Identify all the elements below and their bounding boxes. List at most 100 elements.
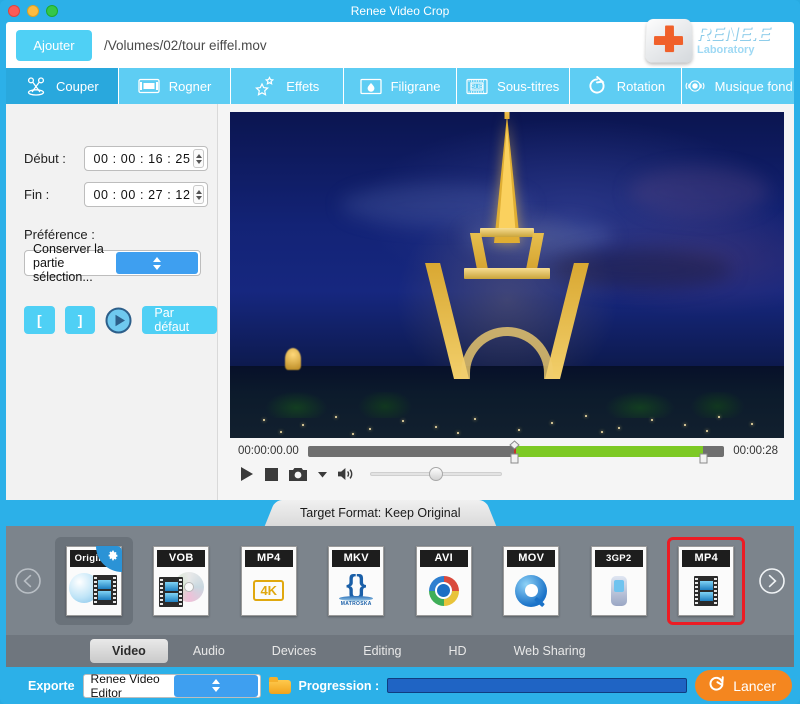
format-item-mp4-4k[interactable]: MP4 4K [230, 537, 308, 625]
tab-rogner[interactable]: Rogner [119, 68, 232, 104]
format-card: VOB [153, 545, 210, 616]
start-time-row: Début : 00 : 00 : 16 : 25 [24, 146, 217, 171]
category-video[interactable]: Video [90, 639, 168, 663]
trim-panel: Début : 00 : 00 : 16 : 25 Fin : 00 : 00 … [6, 104, 218, 500]
chevron-updown-icon [174, 674, 258, 697]
default-button[interactable]: Par défaut [142, 306, 217, 334]
tab-effets[interactable]: Effets [231, 68, 345, 104]
preference-label: Préférence : [24, 227, 95, 242]
snapshot-icon[interactable] [289, 467, 307, 481]
play-icon[interactable] [240, 466, 254, 482]
scrub-row: 00:00:00.00 00:00:28 [238, 439, 778, 463]
selection-range[interactable] [513, 445, 704, 457]
end-time-label: Fin : [24, 187, 50, 202]
format-item-mov[interactable]: MOV [492, 537, 570, 625]
category-audio[interactable]: Audio [171, 639, 247, 663]
format-label: MP4 [682, 549, 731, 567]
refresh-icon [707, 675, 726, 697]
format-card: MP4 4K [240, 545, 297, 616]
trim-out-handle[interactable] [698, 440, 709, 464]
format-art-4k-badge: 4K [242, 567, 296, 615]
category-hd[interactable]: HD [427, 639, 489, 663]
audio-icon [684, 76, 706, 96]
app-window: Renee Video Crop Ajouter /Volumes/02/tou… [0, 0, 800, 704]
preference-value: Conserver la partie sélection... [33, 242, 104, 284]
volume-icon[interactable] [338, 467, 355, 481]
category-editing[interactable]: Editing [341, 639, 423, 663]
format-item-avi[interactable]: AVI [405, 537, 483, 625]
preference-select[interactable]: Conserver la partie sélection... [24, 242, 201, 284]
tab-couper[interactable]: Couper [6, 68, 119, 104]
category-devices[interactable]: Devices [250, 639, 338, 663]
tab-rotation[interactable]: Rotation [570, 68, 683, 104]
format-item-original[interactable]: Original [54, 536, 133, 625]
format-label: 3GP2 [594, 549, 643, 567]
mark-out-button[interactable]: ] [64, 306, 96, 334]
format-card: AVI [415, 545, 472, 616]
sparkle-icon [255, 76, 277, 96]
format-item-mp4-selected[interactable]: MP4 [667, 536, 746, 625]
tab-musique-fond-label: Musique fond [714, 78, 793, 94]
tab-filigrane[interactable]: Filigrane [344, 68, 457, 104]
start-time-label: Début : [24, 151, 66, 166]
format-item-3gp2[interactable]: 3GP2 [580, 537, 658, 625]
start-time-stepper[interactable] [193, 149, 204, 168]
mark-in-button[interactable]: [ [24, 306, 55, 334]
export-bar: Exporte Renee Video Editor Progression :… [0, 667, 800, 704]
start-button[interactable]: Lancer [695, 670, 792, 701]
format-label: MKV [332, 549, 381, 567]
progress-label: Progression : [298, 678, 380, 693]
end-time-stepper[interactable] [193, 185, 204, 204]
export-destination-select[interactable]: Renee Video Editor [82, 672, 261, 700]
rotate-icon [586, 76, 608, 96]
player-controls: 00:00:00.00 00:00:28 [230, 438, 784, 482]
format-art-phone [592, 567, 646, 615]
timeline-track[interactable] [307, 439, 725, 463]
transport-bar [238, 466, 778, 482]
minimize-button[interactable] [27, 5, 39, 17]
add-file-button[interactable]: Ajouter [16, 29, 92, 61]
format-prev-button[interactable] [6, 567, 50, 595]
preview-play-icon[interactable] [105, 307, 132, 334]
format-label: VOB [157, 549, 206, 567]
invalides-dome [285, 347, 302, 370]
folder-icon[interactable] [268, 677, 291, 694]
format-art-matroska: {} MATROSKA [339, 569, 374, 607]
tab-musique-fond[interactable]: Musique fond [682, 68, 794, 104]
format-label: MP4 [244, 549, 293, 567]
subtitle-icon: SUB [466, 76, 488, 96]
format-label: AVI [419, 549, 468, 567]
start-time-input[interactable]: 00 : 00 : 16 : 25 [84, 146, 208, 171]
format-item-vob[interactable]: VOB [142, 537, 220, 625]
start-time-value: 00 : 00 : 16 : 25 [93, 151, 191, 166]
volume-slider[interactable] [370, 467, 502, 481]
4k-badge-label: 4K [253, 580, 285, 601]
crop-icon [138, 76, 160, 96]
snapshot-menu-icon[interactable] [318, 471, 327, 478]
format-picker: Original VOB MP4 4K MKV {} MATROSKA AVI … [6, 526, 794, 635]
preview-panel: 00:00:00.00 00:00:28 [218, 104, 794, 500]
city-lights [230, 373, 784, 438]
stop-icon[interactable] [265, 467, 278, 481]
tab-sous-titres[interactable]: SUB Sous-titres [457, 68, 570, 104]
close-button[interactable] [8, 5, 20, 17]
medical-cross-icon [645, 18, 693, 63]
tab-effets-label: Effets [286, 78, 320, 94]
window-controls [8, 5, 58, 17]
logo-primary-text: RENE.E [697, 23, 771, 45]
format-item-mkv[interactable]: MKV {} MATROSKA [317, 537, 395, 625]
format-card: MOV [503, 545, 560, 616]
category-web-sharing[interactable]: Web Sharing [492, 639, 608, 663]
end-time-input[interactable]: 00 : 00 : 27 : 12 [84, 182, 208, 207]
zoom-button[interactable] [46, 5, 58, 17]
tab-sous-titres-label: Sous-titres [497, 78, 560, 94]
format-next-button[interactable] [750, 567, 794, 595]
end-time-row: Fin : 00 : 00 : 27 : 12 [24, 182, 217, 207]
trim-in-handle[interactable] [509, 439, 520, 464]
volume-knob[interactable] [429, 467, 443, 481]
scissors-icon [25, 76, 47, 96]
feature-tab-bar: Couper Rogner Effets Filigrane SUB Sous-… [6, 68, 794, 104]
target-format-tab[interactable]: Target Format: Keep Original [280, 500, 481, 526]
end-time-value: 00 : 00 : 27 : 12 [93, 187, 191, 202]
video-preview[interactable] [230, 112, 784, 438]
